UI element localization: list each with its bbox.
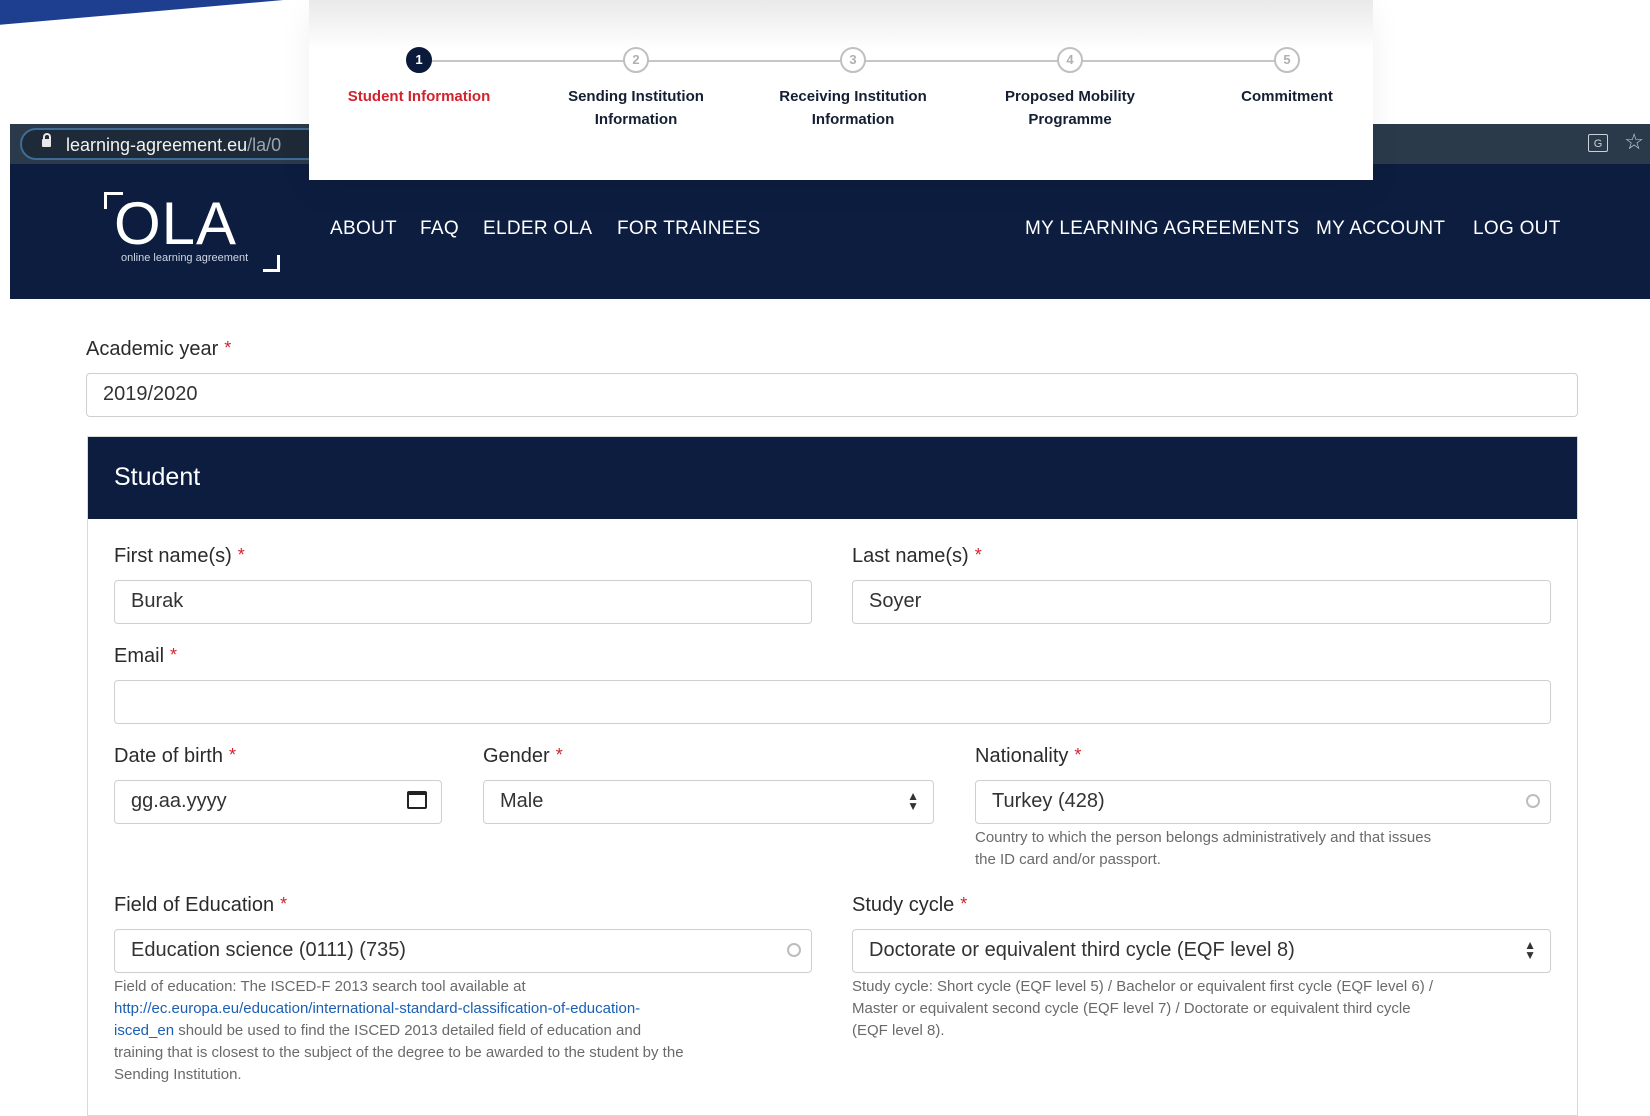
calendar-icon[interactable] xyxy=(407,791,427,809)
date-of-birth-placeholder: gg.aa.yyyy xyxy=(131,790,227,812)
email-label: Email * xyxy=(114,645,178,667)
academic-year-input[interactable]: 2019/2020 xyxy=(86,373,1578,417)
nav-my-learning-agreements[interactable]: MY LEARNING AGREEMENTS xyxy=(1025,218,1299,240)
step-5-indicator[interactable]: 5 xyxy=(1274,47,1300,73)
step-4-indicator[interactable]: 4 xyxy=(1057,47,1083,73)
updown-arrows-icon: ▲ ▼ xyxy=(907,789,919,813)
field-of-education-help-text: Field of education: The ISCED-F 2013 sea… xyxy=(114,978,684,1083)
url-text: learning-agreement.eu/la/0 xyxy=(66,135,282,155)
nav-about[interactable]: ABOUT xyxy=(330,218,397,240)
first-name-input[interactable]: Burak xyxy=(114,580,812,624)
translate-icon[interactable]: G xyxy=(1588,134,1608,152)
student-section-title: Student xyxy=(114,463,201,491)
step-1-indicator[interactable]: 1 xyxy=(406,47,432,73)
nav-my-account[interactable]: MY ACCOUNT xyxy=(1316,218,1445,240)
student-section-header: Student xyxy=(88,437,1577,519)
nav-log-out[interactable]: LOG OUT xyxy=(1473,218,1561,240)
last-name-input[interactable]: Soyer xyxy=(852,580,1551,624)
top-swoosh-decoration xyxy=(0,0,340,40)
gender-select[interactable]: Male ▲ ▼ xyxy=(483,780,934,824)
nationality-help-text: Country to which the person belongs admi… xyxy=(975,829,1432,868)
step-4-label[interactable]: Proposed Mobility Programme xyxy=(970,85,1170,131)
study-cycle-selected-value: Doctorate or equivalent third cycle (EQF… xyxy=(869,939,1295,961)
nationality-input[interactable]: Turkey (428) xyxy=(975,780,1551,824)
student-section: Student First name(s) * Burak Last name(s… xyxy=(87,436,1578,1116)
gender-selected-value: Male xyxy=(500,790,544,812)
step-3-label[interactable]: Receiving Institution Information xyxy=(753,85,953,131)
step-2-indicator[interactable]: 2 xyxy=(623,47,649,73)
study-cycle-select[interactable]: Doctorate or equivalent third cycle (EQF… xyxy=(852,929,1551,973)
first-name-label: First name(s) * xyxy=(114,545,245,567)
nationality-value: Turkey (428) xyxy=(992,790,1105,812)
circle-icon xyxy=(1526,794,1540,808)
nav-for-trainees[interactable]: FOR TRAINEES xyxy=(617,218,761,240)
step-2-label[interactable]: Sending Institution Information xyxy=(536,85,736,131)
gender-label: Gender * xyxy=(483,745,563,767)
field-of-education-input[interactable]: Education science (0111) (735) xyxy=(114,929,812,973)
study-cycle-help-text: Study cycle: Short cycle (EQF level 5) /… xyxy=(852,978,1434,1039)
isced-link[interactable]: http://ec.europa.eu/education/internatio… xyxy=(114,1000,640,1017)
last-name-label: Last name(s) * xyxy=(852,545,982,567)
lock-icon xyxy=(42,133,51,147)
date-of-birth-label: Date of birth * xyxy=(114,745,236,767)
updown-arrows-icon: ▲ ▼ xyxy=(1524,938,1536,962)
date-of-birth-input[interactable]: gg.aa.yyyy xyxy=(114,780,442,824)
study-cycle-label: Study cycle * xyxy=(852,894,968,916)
progress-stepper: 1 2 3 4 5 Student Information Sending In… xyxy=(309,0,1373,180)
field-of-education-value: Education science (0111) (735) xyxy=(131,939,406,961)
ola-logo[interactable]: OLA online learning agreement xyxy=(104,192,284,272)
nav-faq[interactable]: FAQ xyxy=(420,218,459,240)
main-navbar: OLA online learning agreement ABOUT FAQ … xyxy=(10,164,1650,299)
academic-year-label: Academic year * xyxy=(86,338,232,360)
nationality-label: Nationality * xyxy=(975,745,1082,767)
isced-link-continued[interactable]: isced_en xyxy=(114,1022,174,1039)
star-icon[interactable]: ☆ xyxy=(1624,129,1644,155)
circle-icon xyxy=(787,943,801,957)
email-input[interactable] xyxy=(114,680,1551,724)
nav-elder-ola[interactable]: ELDER OLA xyxy=(483,218,592,240)
step-1-label[interactable]: Student Information xyxy=(319,85,519,108)
step-5-label[interactable]: Commitment xyxy=(1187,85,1387,108)
field-of-education-label: Field of Education * xyxy=(114,894,288,916)
step-3-indicator[interactable]: 3 xyxy=(840,47,866,73)
